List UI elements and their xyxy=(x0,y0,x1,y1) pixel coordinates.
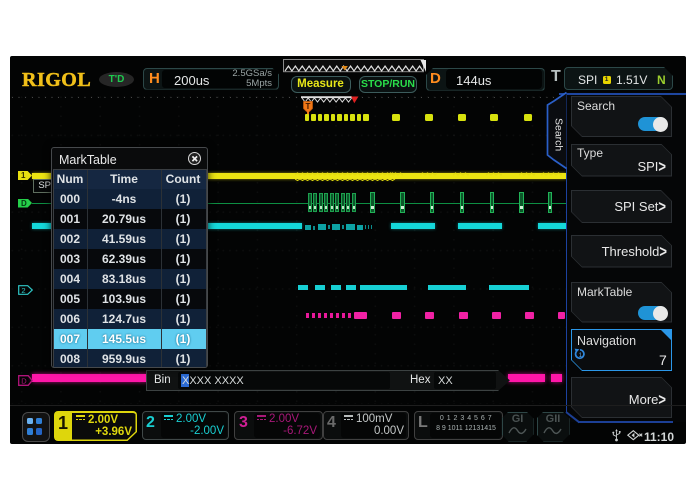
svg-text:1: 1 xyxy=(579,352,583,359)
svg-text:2: 2 xyxy=(21,286,25,295)
svg-text:D: D xyxy=(21,376,27,385)
svg-text:T: T xyxy=(305,102,310,111)
